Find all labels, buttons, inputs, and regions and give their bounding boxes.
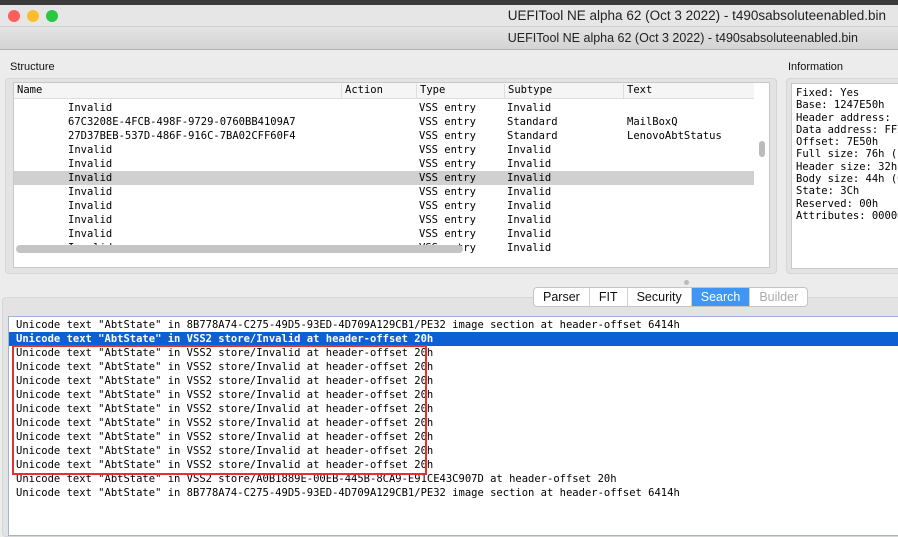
search-result-item[interactable]: Unicode text "AbtState" in 8B778A74-C275…	[9, 318, 898, 332]
cell-name: 67C3208E-4FCB-498F-9729-0760BB4109A7	[68, 116, 296, 128]
tree-row[interactable]: Invalid VSS entry Invalid	[14, 213, 754, 227]
cell-subtype: Invalid	[507, 144, 552, 156]
cell-subtype: Invalid	[507, 200, 552, 212]
info-line: Data address: FF24	[796, 123, 898, 136]
cell-type: VSS entry	[419, 130, 476, 142]
cell-subtype: Standard	[507, 116, 558, 128]
tab-search[interactable]: Search	[691, 288, 751, 306]
structure-tree[interactable]: Name Action Type Subtype Text Invalid VSS ent…	[13, 82, 770, 268]
cell-text: LenovoAbtStatus	[627, 130, 722, 142]
cell-subtype: Standard	[507, 130, 558, 142]
structure-panel: Name Action Type Subtype Text Invalid VSS ent…	[5, 78, 777, 274]
cell-name: Invalid	[68, 172, 113, 184]
cell-name: Invalid	[68, 186, 113, 198]
vertical-scrollbar[interactable]	[759, 141, 765, 157]
cell-name: Invalid	[68, 102, 113, 114]
info-line: Full size: 76h (11	[796, 148, 898, 161]
tree-row[interactable]: Invalid VSS entry Invalid	[14, 157, 754, 171]
cell-text: MailBoxQ	[627, 116, 678, 128]
info-line: Attributes: 000000	[796, 209, 898, 222]
info-line: Offset: 7E50h	[796, 136, 879, 149]
close-button[interactable]	[8, 10, 20, 22]
cell-name: Invalid	[68, 228, 113, 240]
tab-security[interactable]: Security	[628, 288, 692, 306]
cell-subtype: Invalid	[507, 172, 552, 184]
information-text[interactable]: Fixed: Yes Base: 1247E50h Header address: …	[791, 83, 898, 269]
tab-fit[interactable]: FIT	[590, 288, 628, 306]
info-line: Header address: FF	[796, 111, 898, 124]
tree-row[interactable]: Invalid VSS entry Invalid	[14, 101, 754, 115]
cell-subtype: Invalid	[507, 228, 552, 240]
cell-subtype: Invalid	[507, 214, 552, 226]
info-line: Fixed: Yes	[796, 87, 860, 99]
info-line: State: 3Ch	[796, 185, 860, 198]
info-line: Body size: 44h (68	[796, 173, 898, 186]
column-header-type[interactable]: Type	[416, 84, 445, 98]
cell-type: VSS entry	[419, 228, 476, 240]
column-header-subtype[interactable]: Subtype	[504, 84, 552, 98]
column-header-name[interactable]: Name	[14, 84, 42, 98]
information-label: Information	[788, 61, 844, 73]
splitter-handle[interactable]	[684, 280, 689, 285]
cell-type: VSS entry	[419, 158, 476, 170]
tree-row[interactable]: Invalid VSS entry Invalid	[14, 227, 754, 241]
tab-parser[interactable]: Parser	[534, 288, 590, 306]
cell-type: VSS entry	[419, 200, 476, 212]
tree-row[interactable]: Invalid VSS entry Invalid	[14, 143, 754, 157]
cell-name: 27D37BEB-537D-486F-916C-7BA02CFF60F4	[68, 130, 296, 142]
bottom-tabs: Parser FIT Security Search Builder	[533, 287, 809, 307]
window-title: UEFITool NE alpha 62 (Oct 3 2022) - t490…	[507, 8, 886, 23]
tree-row[interactable]: 27D37BEB-537D-486F-916C-7BA02CFF60F4 VSS …	[14, 129, 754, 143]
search-result-item[interactable]: Unicode text "AbtState" in 8B778A74-C275…	[9, 486, 898, 500]
highlight-annotation	[12, 345, 427, 475]
cell-name: Invalid	[68, 200, 113, 212]
tree-row[interactable]: Invalid VSS entry Invalid	[14, 185, 754, 199]
cell-type: VSS entry	[419, 102, 476, 114]
structure-label: Structure	[10, 61, 55, 73]
cell-type: VSS entry	[419, 172, 476, 184]
cell-subtype: Invalid	[507, 186, 552, 198]
cell-subtype: Invalid	[507, 102, 552, 114]
inner-window-title: UEFITool NE alpha 62 (Oct 3 2022) - t490…	[507, 31, 858, 45]
inner-title-bar: UEFITool NE alpha 62 (Oct 3 2022) - t490…	[0, 27, 898, 50]
info-line: Base: 1247E50h	[796, 99, 885, 112]
tree-header: Name Action Type Subtype Text	[14, 83, 754, 99]
column-header-text[interactable]: Text	[623, 84, 652, 98]
information-panel: Fixed: Yes Base: 1247E50h Header address: …	[786, 78, 898, 274]
tree-row[interactable]: 67C3208E-4FCB-498F-9729-0760BB4109A7 VSS …	[14, 115, 754, 129]
cell-subtype: Invalid	[507, 242, 552, 254]
info-line: Header size: 32h (	[796, 160, 898, 173]
cell-name: Invalid	[68, 144, 113, 156]
tree-row[interactable]: Invalid VSS entry Invalid	[14, 171, 754, 185]
title-bar: UEFITool NE alpha 62 (Oct 3 2022) - t490…	[0, 5, 898, 27]
horizontal-scrollbar[interactable]	[16, 245, 463, 253]
cell-subtype: Invalid	[507, 158, 552, 170]
minimize-button[interactable]	[27, 10, 39, 22]
tree-row[interactable]: Invalid VSS entry Invalid	[14, 199, 754, 213]
cell-name: Invalid	[68, 214, 113, 226]
cell-type: VSS entry	[419, 214, 476, 226]
cell-type: VSS entry	[419, 144, 476, 156]
search-result-item[interactable]: Unicode text "AbtState" in VSS2 store/In…	[9, 332, 898, 346]
cell-name: Invalid	[68, 158, 113, 170]
cell-type: VSS entry	[419, 186, 476, 198]
tab-builder[interactable]: Builder	[750, 288, 807, 306]
column-header-action[interactable]: Action	[341, 84, 383, 98]
cell-type: VSS entry	[419, 116, 476, 128]
zoom-button[interactable]	[46, 10, 58, 22]
info-line: Reserved: 00h	[796, 197, 879, 210]
